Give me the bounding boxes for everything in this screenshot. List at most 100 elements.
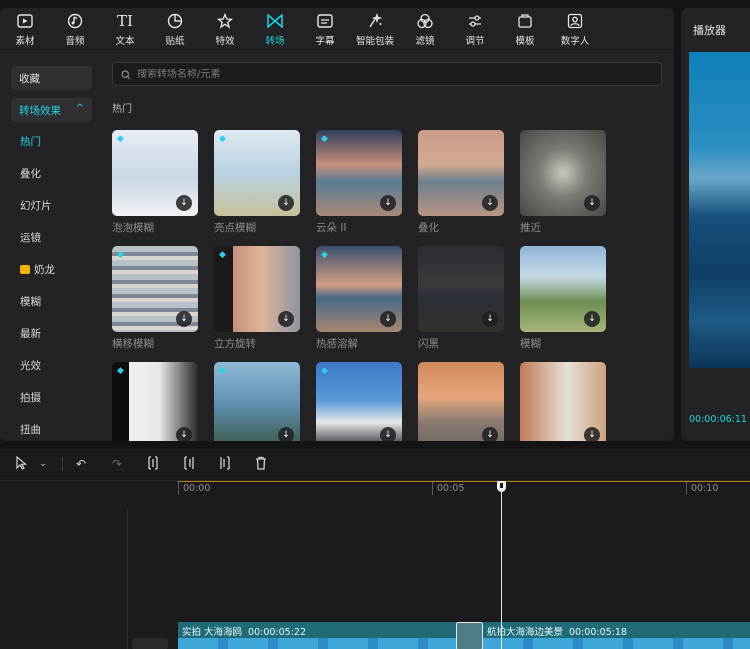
tool-subtitle[interactable]: 字幕 xyxy=(300,8,350,50)
download-icon[interactable]: ↓ xyxy=(380,311,396,327)
media-icon xyxy=(16,12,34,30)
diamond-icon: ◆ xyxy=(117,366,124,376)
chevron-down-icon: ⌄ xyxy=(39,459,47,469)
sidebar-item-newest[interactable]: 最新 xyxy=(20,326,41,341)
transition-card[interactable]: ↓ 闪黑 xyxy=(418,246,504,351)
transition-card[interactable]: ◆ ↓ xyxy=(112,362,198,441)
transition-category-button[interactable]: 转场效果 ^ xyxy=(11,98,92,122)
transition-name: 推近 xyxy=(520,222,541,234)
transition-card[interactable]: ↓ 推近 xyxy=(520,130,606,235)
tool-label: 特效 xyxy=(215,36,235,47)
diamond-icon: ◆ xyxy=(117,134,124,144)
download-icon[interactable]: ↓ xyxy=(278,195,294,211)
download-icon[interactable]: ↓ xyxy=(584,427,600,441)
transition-card[interactable]: ◆ ↓ 立方旋转 xyxy=(214,246,300,351)
transition-card[interactable]: ↓ 叠化 xyxy=(418,130,504,235)
transition-thumbnail: ↓ xyxy=(520,362,606,441)
transition-card[interactable]: ↓ xyxy=(418,362,504,441)
diamond-icon: ◆ xyxy=(219,250,226,260)
download-icon[interactable]: ↓ xyxy=(176,195,192,211)
sidebar-item-camera[interactable]: 运镜 xyxy=(20,230,41,245)
transition-card[interactable]: ◆ ↓ xyxy=(214,362,300,441)
tool-label: 转场 xyxy=(265,36,285,47)
search-box[interactable] xyxy=(112,62,662,86)
tool-text[interactable]: TI 文本 xyxy=(100,8,150,50)
undo-button[interactable]: ↶ xyxy=(72,455,90,473)
sidebar-item-distort[interactable]: 扭曲 xyxy=(20,422,41,437)
transition-name: 叠化 xyxy=(418,222,439,234)
transition-card[interactable]: ↓ xyxy=(520,362,606,441)
split-right-button[interactable] xyxy=(216,455,234,473)
clip-label: 航拍大海海边美景 xyxy=(487,627,564,638)
diamond-icon: ◆ xyxy=(321,250,328,260)
download-icon[interactable]: ↓ xyxy=(482,195,498,211)
transition-card[interactable]: ◆ ↓ 云朵 II xyxy=(316,130,402,235)
delete-button[interactable] xyxy=(252,455,270,473)
trash-icon xyxy=(255,456,267,473)
select-tool-dropdown[interactable]: ⌄ xyxy=(34,455,52,473)
select-tool-button[interactable] xyxy=(12,455,30,473)
track-header-divider xyxy=(127,509,128,649)
download-icon[interactable]: ↓ xyxy=(176,427,192,441)
tool-smart-pack[interactable]: 智能包装 xyxy=(350,8,400,50)
video-clip-2[interactable]: 航拍大海海边美景 00:00:05:18 xyxy=(483,622,750,649)
split-icon xyxy=(147,455,159,473)
diamond-icon: ◆ xyxy=(219,134,226,144)
tool-label: 素材 xyxy=(15,36,35,47)
tool-effects[interactable]: 特效 xyxy=(200,8,250,50)
diamond-icon: ◆ xyxy=(321,134,328,144)
transition-thumbnail: ↓ xyxy=(418,130,504,216)
transition-name: 热感溶解 xyxy=(316,338,358,350)
tool-adjust[interactable]: 调节 xyxy=(450,8,500,50)
sidebar-item-blur[interactable]: 模糊 xyxy=(20,294,41,309)
transition-icon xyxy=(266,12,284,30)
download-icon[interactable]: ↓ xyxy=(584,311,600,327)
video-clip-1[interactable]: 实拍 大海海鸥 00:00:05:22 xyxy=(178,622,456,649)
sidebar-item-light[interactable]: 光效 xyxy=(20,358,41,373)
download-icon[interactable]: ↓ xyxy=(278,427,294,441)
download-icon[interactable]: ↓ xyxy=(278,311,294,327)
sidebar-item-slides[interactable]: 幻灯片 xyxy=(20,198,52,213)
timeline[interactable]: 00:00 00:05 00:10 实拍 大海海鸥 00:00:05:22 航拍大… xyxy=(0,480,750,649)
transition-card[interactable]: ↓ 模糊 xyxy=(520,246,606,351)
transition-card[interactable]: ◆ ↓ 横移模糊 xyxy=(112,246,198,351)
tool-transition[interactable]: 转场 xyxy=(250,8,300,50)
download-icon[interactable]: ↓ xyxy=(380,195,396,211)
sidebar-item-hot[interactable]: 热门 xyxy=(20,134,41,149)
transition-card[interactable]: ◆ ↓ xyxy=(316,362,402,441)
transition-marker[interactable] xyxy=(456,622,483,649)
transition-card[interactable]: ◆ ↓ 泡泡模糊 xyxy=(112,130,198,235)
video-preview[interactable] xyxy=(689,52,750,368)
transition-card[interactable]: ◆ ↓ 热感溶解 xyxy=(316,246,402,351)
download-icon[interactable]: ↓ xyxy=(482,311,498,327)
chevron-up-icon: ^ xyxy=(75,103,84,114)
tool-filter[interactable]: 滤镜 xyxy=(400,8,450,50)
favorites-button[interactable]: 收藏 xyxy=(11,66,92,90)
transition-thumbnail: ◆ ↓ xyxy=(214,130,300,216)
tool-sticker[interactable]: 贴纸 xyxy=(150,8,200,50)
playhead-line[interactable] xyxy=(501,481,502,649)
download-icon[interactable]: ↓ xyxy=(482,427,498,441)
split-left-button[interactable] xyxy=(180,455,198,473)
tool-media[interactable]: 素材 xyxy=(0,8,50,50)
download-icon[interactable]: ↓ xyxy=(584,195,600,211)
tool-label: 数字人 xyxy=(560,36,590,47)
tool-template[interactable]: 模板 xyxy=(500,8,550,50)
playhead-handle[interactable] xyxy=(497,481,506,492)
track-handle[interactable] xyxy=(132,638,168,649)
sidebar-item-shooting[interactable]: 拍摄 xyxy=(20,390,41,405)
search-input[interactable] xyxy=(137,68,537,80)
split-button[interactable] xyxy=(144,455,162,473)
sidebar-item-nailong[interactable]: 奶龙 xyxy=(20,262,55,277)
redo-button[interactable]: ↷ xyxy=(108,455,126,473)
transition-card[interactable]: ◆ ↓ 亮点模糊 xyxy=(214,130,300,235)
ruler-tick: 00:10 xyxy=(686,482,718,495)
download-icon[interactable]: ↓ xyxy=(176,311,192,327)
time-ruler[interactable]: 00:00 00:05 00:10 xyxy=(178,481,750,497)
sidebar-item-dissolve[interactable]: 叠化 xyxy=(20,166,41,181)
transition-name: 立方旋转 xyxy=(214,338,256,350)
tool-audio[interactable]: 音频 xyxy=(50,8,100,50)
ruler-tick: 00:05 xyxy=(432,482,464,495)
tool-digital-human[interactable]: 数字人 xyxy=(550,8,600,50)
download-icon[interactable]: ↓ xyxy=(380,427,396,441)
